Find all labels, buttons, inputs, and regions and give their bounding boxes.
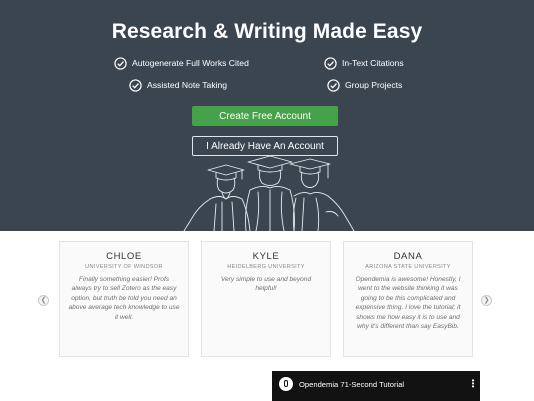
feature-works-cited: Autogenerate Full Works Cited [114, 55, 249, 71]
carousel-next-button[interactable]: ❯ [481, 295, 492, 306]
check-circle-icon [129, 78, 142, 92]
testimonial-school: HEIDELBERG UNIVERSITY [227, 264, 305, 270]
feature-group-projects: Group Projects [327, 77, 402, 93]
hero-banner: Research & Writing Made Easy Autogenerat… [0, 0, 534, 231]
testimonial-quote: Finally something easier! Profs always t… [68, 276, 180, 321]
hero-title: Research & Writing Made Easy [111, 20, 423, 43]
tutorial-video-embed[interactable]: Opendemia 71-Second Tutorial • • • [272, 371, 480, 401]
feature-label: Assisted Note Taking [147, 80, 228, 90]
video-title[interactable]: Opendemia 71-Second Tutorial [299, 380, 404, 389]
create-account-button[interactable]: Create Free Account [192, 106, 338, 126]
testimonial-name: DANA [393, 251, 423, 262]
testimonial-school: UNIVERSITY OF WINDSOR [85, 264, 163, 270]
chevron-right-icon: ❯ [483, 297, 490, 304]
testimonial-card: DANA ARIZONA STATE UNIVERSITY Opendemia … [343, 241, 473, 357]
more-vert-icon[interactable]: • • • [471, 377, 475, 391]
feature-in-text-citations: In-Text Citations [324, 55, 404, 71]
check-circle-icon [114, 56, 127, 70]
opendemia-logo-icon [279, 377, 293, 391]
feature-label: Autogenerate Full Works Cited [132, 58, 249, 68]
chevron-left-icon: ❮ [40, 297, 47, 304]
testimonial-name: CHLOE [106, 251, 142, 262]
check-circle-icon [327, 78, 340, 92]
testimonial-quote: Very simple to use and beyond helpful! [220, 276, 312, 293]
carousel-prev-button[interactable]: ❮ [38, 295, 49, 306]
testimonials-carousel: ❮ CHLOE UNIVERSITY OF WINDSOR Finally so… [0, 231, 534, 371]
testimonial-school: ARIZONA STATE UNIVERSITY [365, 264, 451, 270]
feature-note-taking: Assisted Note Taking [129, 77, 227, 93]
testimonial-quote: Opendemia is awesome! Honestly, I went t… [355, 276, 461, 331]
graduates-line-art-icon [183, 155, 355, 231]
feature-label: In-Text Citations [342, 58, 404, 68]
testimonial-name: KYLE [252, 251, 280, 262]
testimonial-card: KYLE HEIDELBERG UNIVERSITY Very simple t… [201, 241, 331, 357]
feature-label: Group Projects [345, 80, 403, 90]
testimonial-card: CHLOE UNIVERSITY OF WINDSOR Finally some… [59, 241, 189, 357]
check-circle-icon [324, 56, 337, 70]
